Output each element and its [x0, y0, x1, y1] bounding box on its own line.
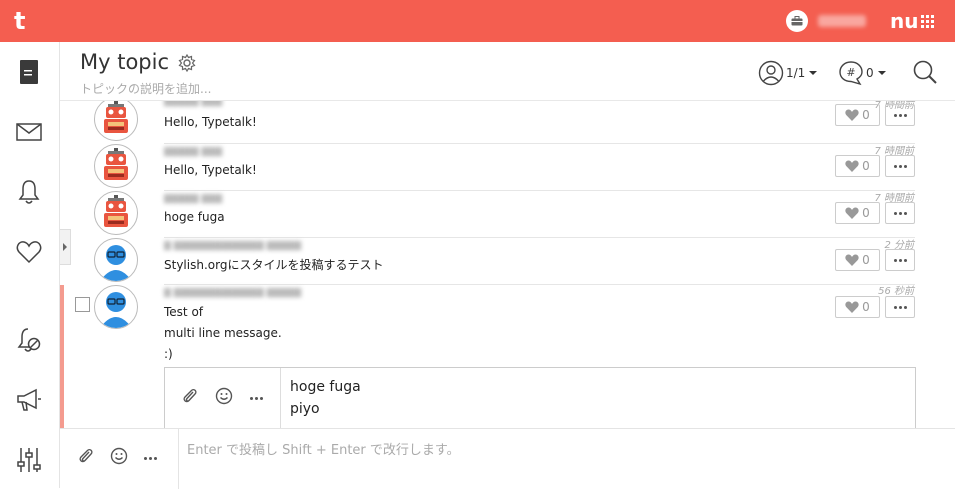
briefcase-icon — [786, 10, 808, 32]
like-button[interactable]: 0 — [835, 155, 880, 177]
edit-line: piyo — [290, 401, 320, 417]
like-count: 0 — [862, 206, 870, 220]
message-author: ▇▇▇▇▇ ▇▇▇ — [164, 194, 223, 204]
like-button[interactable]: 0 — [835, 104, 880, 126]
divider — [164, 143, 915, 144]
more-button[interactable] — [885, 249, 915, 271]
apps-grid-icon — [921, 14, 935, 28]
user-icon — [758, 60, 784, 86]
like-button[interactable]: 0 — [835, 296, 880, 318]
more-button[interactable] — [885, 296, 915, 318]
message-text: hoge fuga — [164, 210, 225, 224]
ellipsis-icon — [893, 113, 907, 117]
gear-icon[interactable] — [178, 53, 196, 76]
heart-icon — [845, 254, 859, 266]
paperclip-icon[interactable] — [78, 447, 94, 469]
hashtag-count: 0 — [866, 66, 874, 80]
message-text: Stylish.orgにスタイルを投稿するテスト — [164, 258, 384, 272]
sidebar — [0, 42, 60, 488]
settings-sliders-icon[interactable] — [16, 447, 42, 473]
more-options-icon[interactable] — [144, 456, 157, 460]
more-button[interactable] — [885, 202, 915, 224]
megaphone-icon[interactable] — [16, 387, 42, 413]
edit-textarea[interactable]: hoge fuga piyo — [290, 376, 361, 420]
message-text-line: Test of — [164, 305, 204, 319]
like-count: 0 — [862, 108, 870, 122]
like-count: 0 — [862, 300, 870, 314]
heart-icon[interactable] — [16, 239, 42, 265]
document-icon[interactable] — [16, 59, 42, 85]
message-select-checkbox[interactable] — [75, 297, 90, 312]
message-author: ▇ ▇▇▇▇▇▇▇▇▇▇▇▇▇ ▇▇▇▇▇ — [164, 241, 302, 251]
smiley-icon[interactable] — [110, 447, 128, 469]
robot-avatar[interactable] — [94, 101, 138, 141]
ellipsis-icon — [893, 164, 907, 168]
blue-person-avatar[interactable] — [94, 238, 138, 282]
like-count: 0 — [862, 253, 870, 267]
nulab-menu[interactable]: nu — [890, 9, 935, 33]
edit-toolbar — [165, 368, 281, 428]
topic-description-placeholder[interactable]: トピックの説明を追加... — [80, 80, 211, 97]
hashtag-button[interactable]: # 0 — [838, 60, 886, 86]
chevron-down-icon — [809, 71, 818, 75]
like-count: 0 — [862, 159, 870, 173]
like-button[interactable]: 0 — [835, 249, 880, 271]
topic-title: My topic — [80, 50, 170, 74]
divider — [164, 237, 915, 238]
svg-text:#: # — [846, 66, 855, 79]
message-edit-box: hoge fuga piyo — [164, 367, 916, 429]
more-options-icon[interactable] — [250, 396, 264, 400]
heart-icon — [845, 207, 859, 219]
message-input[interactable]: Enter で投稿し Shift + Enter で改行します。 — [178, 429, 955, 489]
organization-switcher[interactable] — [786, 10, 866, 32]
ellipsis-icon — [893, 305, 907, 309]
bell-off-icon[interactable] — [16, 327, 42, 353]
top-bar: t nu — [0, 0, 955, 42]
message-author: ▇▇▇▇▇ ▇▇▇ — [164, 101, 223, 107]
blue-person-avatar[interactable] — [94, 285, 138, 329]
message-text-line: :) — [164, 347, 173, 361]
message-composer: Enter で投稿し Shift + Enter で改行します。 — [60, 428, 955, 489]
robot-avatar[interactable] — [94, 144, 138, 188]
like-button[interactable]: 0 — [835, 202, 880, 224]
organization-name — [818, 15, 866, 27]
heart-icon — [845, 109, 859, 121]
message-author: ▇ ▇▇▇▇▇▇▇▇▇▇▇▇▇ ▇▇▇▇▇ — [164, 288, 302, 298]
robot-avatar[interactable] — [94, 191, 138, 235]
mail-icon[interactable] — [16, 119, 42, 145]
edit-line: hoge fuga — [290, 379, 361, 395]
search-icon[interactable] — [912, 59, 938, 85]
message-author: ▇▇▇▇▇ ▇▇▇ — [164, 147, 223, 157]
nulab-logo: nu — [890, 9, 919, 33]
members-count: 1/1 — [786, 66, 806, 80]
selected-message-indicator — [60, 285, 64, 428]
message-text: Hello, Typetalk! — [164, 115, 257, 129]
message-text-line: multi line message. — [164, 326, 282, 340]
heart-icon — [845, 160, 859, 172]
message-text: Hello, Typetalk! — [164, 163, 257, 177]
ellipsis-icon — [893, 258, 907, 262]
smiley-icon[interactable] — [215, 387, 233, 409]
paperclip-icon[interactable] — [182, 387, 198, 409]
message-time: 56 秒前 — [878, 286, 914, 297]
members-button[interactable]: 1/1 — [758, 60, 818, 86]
more-button[interactable] — [885, 104, 915, 126]
divider — [164, 284, 915, 285]
ellipsis-icon — [893, 211, 907, 215]
message-input-placeholder: Enter で投稿し Shift + Enter で改行します。 — [187, 443, 460, 458]
topic-header: My topic トピックの説明を追加... 1/1 # 0 — [60, 42, 955, 101]
typetalk-logo[interactable]: t — [14, 8, 40, 34]
hashtag-bubble-icon: # — [839, 61, 863, 86]
divider — [164, 190, 915, 191]
more-button[interactable] — [885, 155, 915, 177]
composer-toolbar — [78, 447, 157, 469]
heart-icon — [845, 301, 859, 313]
bell-icon[interactable] — [16, 179, 42, 205]
chevron-down-icon — [877, 71, 886, 75]
